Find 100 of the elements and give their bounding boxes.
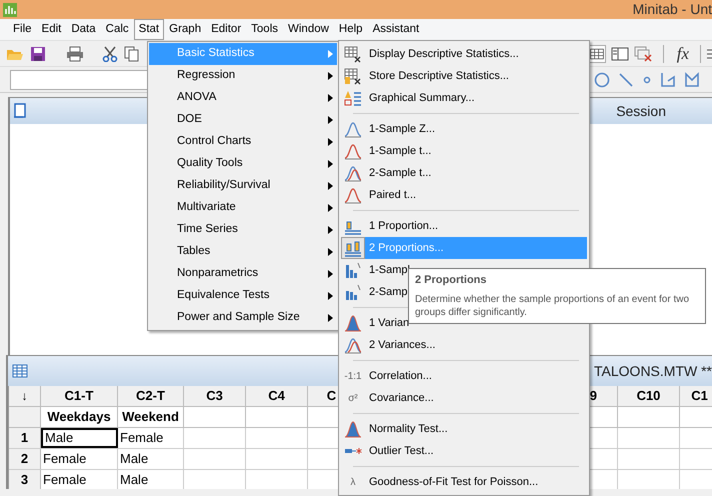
corner-cell: ↓	[9, 386, 41, 406]
copy-icon[interactable]	[124, 46, 140, 62]
menu-item[interactable]: Quality Tools	[149, 153, 337, 175]
menu-item[interactable]: Nonparametrics	[149, 263, 337, 285]
submenu-arrow-icon	[328, 182, 333, 190]
summary-icon	[344, 89, 362, 107]
line-icon[interactable]	[618, 72, 634, 88]
submenu-arrow-icon	[328, 226, 333, 234]
table-cell[interactable]: Male	[118, 449, 184, 469]
table-cell[interactable]: Male	[118, 470, 184, 489]
menu-item[interactable]: Equivalence Tests	[149, 285, 337, 307]
column-header[interactable]: C10	[618, 386, 680, 406]
submenu-arrow-icon	[328, 314, 333, 322]
menu-item[interactable]: File	[8, 19, 37, 40]
submenu-arrow-icon	[328, 50, 333, 58]
menu-item[interactable]: Stat	[134, 19, 164, 40]
menu-item[interactable]: Regression	[149, 65, 337, 87]
menu-item[interactable]: Display Descriptive Statistics...	[365, 43, 587, 65]
formula-button[interactable]: fx	[674, 40, 691, 66]
menu-item[interactable]: Store Descriptive Statistics...	[365, 65, 587, 87]
polygon-icon[interactable]	[684, 72, 700, 88]
table-icon	[344, 67, 362, 85]
column-header[interactable]: C4	[246, 386, 308, 406]
symbol-icon: σ²	[348, 390, 358, 406]
menu-item[interactable]: Normality Test...	[365, 418, 587, 440]
table-cell[interactable]: Male	[41, 428, 118, 448]
menu-item[interactable]: Goodness-of-Fit Test for Poisson...	[365, 471, 587, 493]
distribution-icon	[344, 164, 362, 182]
bar-chart-icon	[344, 261, 362, 279]
circle-icon[interactable]	[594, 72, 610, 88]
menu-item[interactable]: 1-Sample Z...	[365, 118, 587, 140]
menu-item[interactable]: Graph	[164, 19, 206, 40]
table-cell[interactable]: Female	[118, 428, 184, 448]
panel-icon[interactable]	[610, 46, 629, 62]
distribution-icon	[344, 336, 362, 354]
table-icon	[344, 45, 362, 63]
table-cell[interactable]: Female	[41, 449, 118, 469]
tooltip-title: 2 Proportions	[415, 273, 488, 288]
column-header[interactable]: C2-T	[118, 386, 184, 406]
row-header[interactable]: 3	[9, 470, 41, 489]
menu-item[interactable]: Calc	[100, 19, 134, 40]
menu-item[interactable]: Multivariate	[149, 197, 337, 219]
submenu-arrow-icon	[328, 248, 333, 256]
symbol-icon: λ	[350, 474, 356, 490]
menu-item[interactable]: Help	[334, 19, 368, 40]
scissors-icon[interactable]	[102, 46, 118, 62]
menu-item[interactable]: Edit	[36, 19, 66, 40]
menu-item[interactable]: Reliability/Survival	[149, 175, 337, 197]
column-header[interactable]: C3	[184, 386, 246, 406]
menu-item[interactable]: Tools	[246, 19, 284, 40]
column-header[interactable]: C1	[680, 386, 712, 406]
tooltip-text: Determine whether the sample proportions of an event for two groups differ significantly.	[415, 292, 690, 318]
row-header[interactable]: 1	[9, 428, 41, 448]
menu-item[interactable]: Graphical Summary...	[365, 87, 587, 109]
worksheet-icon	[12, 363, 28, 379]
distribution-icon	[344, 142, 362, 160]
menu-item[interactable]: 2-Sample t...	[365, 162, 587, 184]
printer-icon[interactable]	[66, 46, 84, 62]
submenu-arrow-icon	[328, 204, 333, 212]
menu-item[interactable]: ANOVA	[149, 87, 337, 109]
menu-item[interactable]: Paired t...	[365, 184, 587, 206]
submenu-arrow-icon	[328, 160, 333, 168]
proportion-icon	[344, 239, 362, 257]
window-title: Minitab - Unt	[632, 0, 712, 19]
menu-item[interactable]: 2 Variances...	[365, 334, 587, 356]
menu-item[interactable]: Covariance...	[365, 387, 587, 409]
save-icon[interactable]	[30, 46, 46, 62]
menu-item[interactable]: Control Charts	[149, 131, 337, 153]
menu-item[interactable]: Data	[66, 19, 101, 40]
column-name[interactable]: Weekend	[118, 407, 184, 427]
column-header[interactable]: C1-T	[41, 386, 118, 406]
bell-curve-icon	[344, 314, 362, 332]
menu-item[interactable]: Assistant	[368, 19, 424, 40]
menu-item[interactable]: Time Series	[149, 219, 337, 241]
menu-item[interactable]: Window	[283, 19, 334, 40]
menu-item[interactable]: Outlier Test...	[365, 440, 587, 462]
app-icon	[3, 2, 17, 16]
menu-item[interactable]: Correlation...	[365, 365, 587, 387]
scroll-icon	[13, 103, 27, 119]
menu-item[interactable]: Editor	[206, 19, 246, 40]
row-header[interactable]: 2	[9, 449, 41, 469]
command-combo[interactable]	[10, 70, 150, 90]
table-cell[interactable]: Female	[41, 470, 118, 489]
bar-chart-icon	[344, 283, 362, 301]
worksheet-title: TALOONS.MTW **	[594, 362, 712, 380]
menu-item[interactable]: DOE	[149, 109, 337, 131]
session-title: Session	[616, 102, 666, 120]
submenu-arrow-icon	[328, 72, 333, 80]
submenu-arrow-icon	[328, 116, 333, 124]
menu-item[interactable]: 1-Sample t...	[365, 140, 587, 162]
submenu-arrow-icon	[328, 270, 333, 278]
column-name[interactable]: Weekdays	[41, 407, 118, 427]
menu-item[interactable]: 1 Proportion...	[365, 215, 587, 237]
menu-item[interactable]: Power and Sample Size	[149, 307, 337, 329]
polyline-icon[interactable]	[660, 72, 676, 88]
close-windows-icon[interactable]	[634, 46, 652, 62]
submenu-arrow-icon	[328, 138, 333, 146]
submenu-arrow-icon	[328, 292, 333, 300]
symbol-icon: -1:1	[344, 368, 362, 384]
menu-item[interactable]: Tables	[149, 241, 337, 263]
